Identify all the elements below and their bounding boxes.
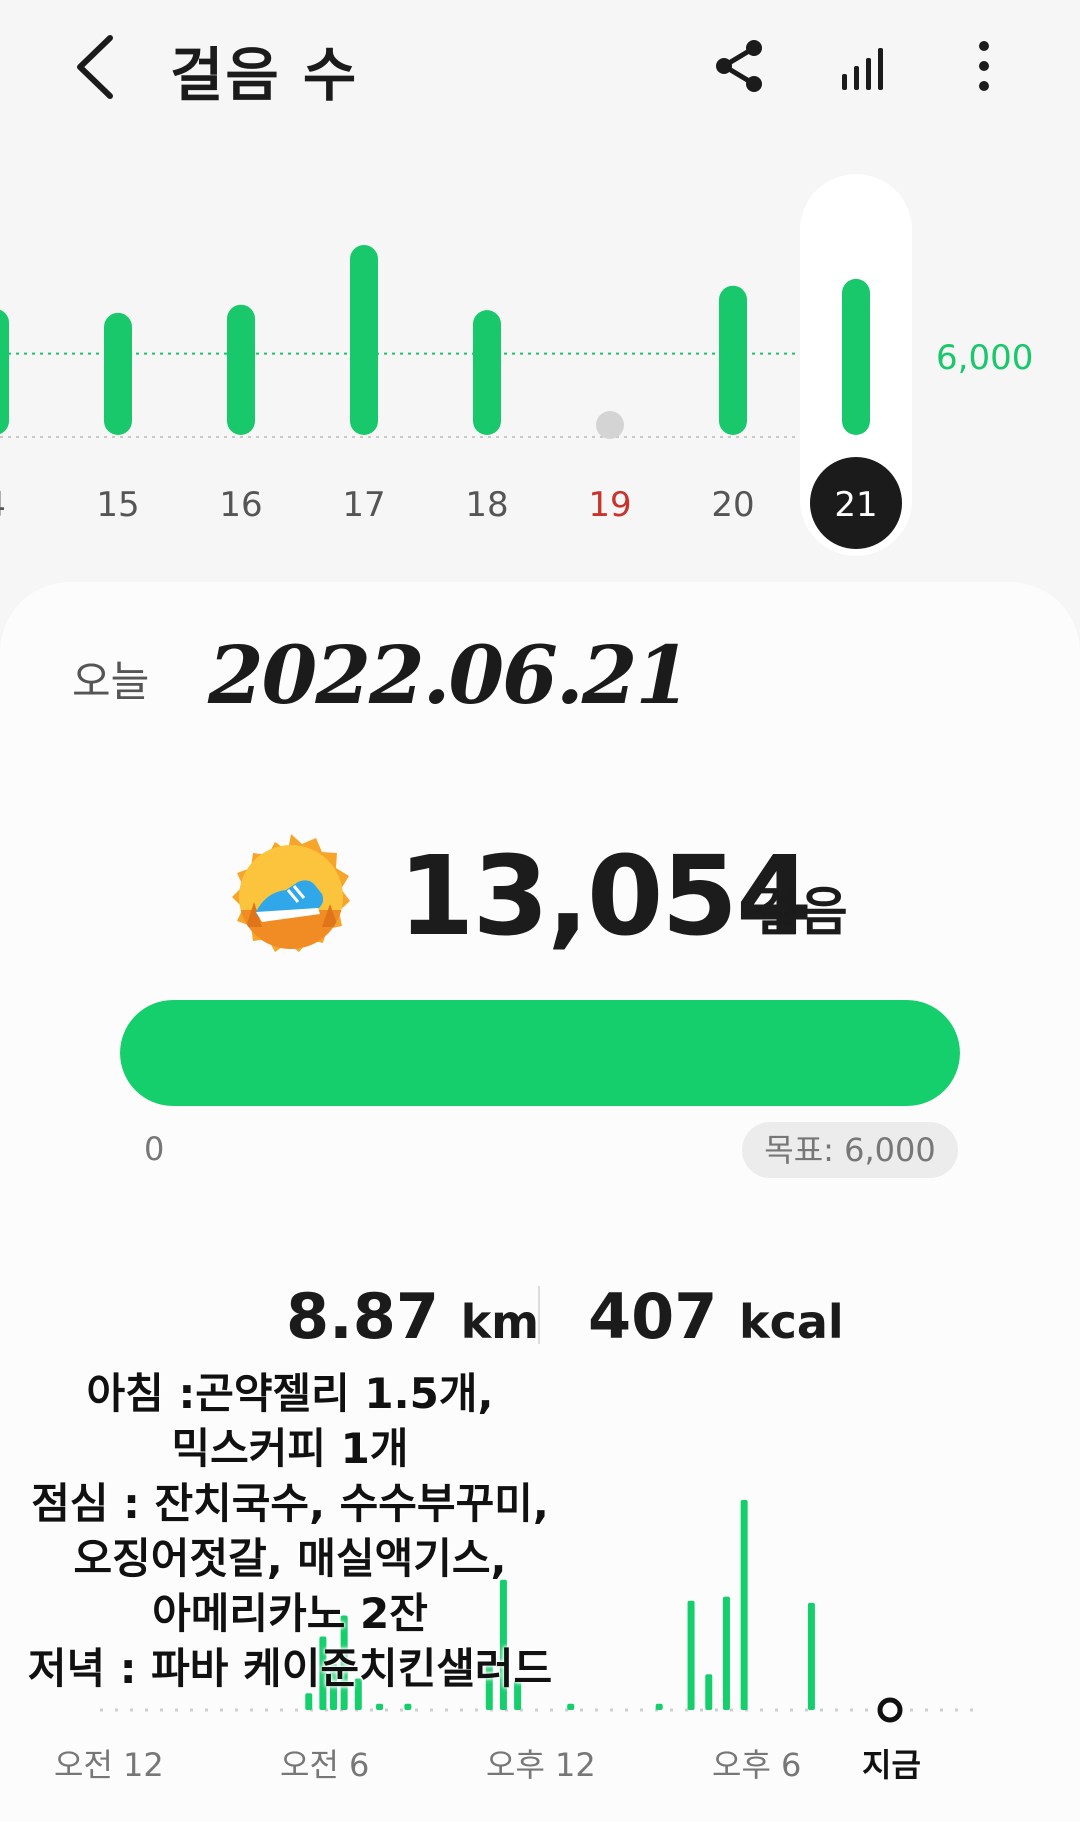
now-marker bbox=[877, 1697, 903, 1723]
trends-button[interactable] bbox=[834, 34, 898, 98]
calorie-stat: 407 kcal bbox=[588, 1280, 844, 1353]
more-vert-icon bbox=[979, 41, 989, 91]
meal-note: 아침 :곤약젤리 1.5개, 믹스커피 1개 점심 : 잔치국수, 수수부꾸미,… bbox=[0, 1366, 580, 1696]
day-label: 19 bbox=[588, 485, 631, 525]
back-button[interactable] bbox=[66, 30, 126, 104]
day-label: 21 bbox=[834, 485, 877, 525]
time-label-12am: 오전 12 bbox=[54, 1746, 164, 1784]
day-label: 4 bbox=[0, 485, 6, 525]
signal-bars-icon bbox=[842, 48, 883, 90]
hourly-bar bbox=[687, 1600, 695, 1710]
day-bar bbox=[227, 304, 255, 435]
date-text: 2022.06.21 bbox=[208, 628, 691, 722]
sneaker-badge-icon bbox=[232, 834, 350, 952]
goal-line-label: 6,000 bbox=[936, 338, 1034, 378]
distance-value: 8.87 bbox=[286, 1280, 439, 1353]
hourly-bar bbox=[705, 1674, 713, 1710]
meal-note-line: 아침 :곤약젤리 1.5개, bbox=[86, 1369, 494, 1418]
time-label-6am: 오전 6 bbox=[280, 1746, 370, 1784]
today-label: 오늘 bbox=[72, 657, 150, 706]
hourly-bar bbox=[807, 1602, 815, 1710]
hourly-bar bbox=[404, 1703, 412, 1710]
day-bar-empty bbox=[596, 411, 624, 439]
hourly-bar bbox=[567, 1703, 575, 1710]
goal-pill[interactable]: 목표: 6,000 bbox=[742, 1122, 958, 1178]
step-unit: 걸음 bbox=[752, 883, 848, 943]
day-bar bbox=[104, 312, 132, 435]
meal-note-line: 저녁 : 파바 케이준치킨샐러드 bbox=[27, 1644, 553, 1693]
distance-unit: km bbox=[460, 1295, 540, 1349]
day-label: 18 bbox=[465, 485, 508, 525]
goal-progress-fill bbox=[120, 1000, 960, 1106]
weekly-steps-chart[interactable]: 4 15 16 17 18 19 20 21 bbox=[0, 160, 1080, 560]
day-label: 15 bbox=[96, 485, 139, 525]
day-bar bbox=[842, 278, 870, 435]
calorie-value: 407 bbox=[588, 1280, 718, 1353]
hourly-bar bbox=[376, 1703, 384, 1710]
progress-min-label: 0 bbox=[144, 1130, 165, 1168]
time-label-6pm: 오후 6 bbox=[712, 1746, 802, 1784]
share-icon bbox=[716, 40, 762, 92]
day-bar bbox=[473, 310, 501, 435]
meal-note-line: 아메리카노 2잔 bbox=[152, 1589, 428, 1638]
time-label-12pm: 오후 12 bbox=[486, 1746, 596, 1784]
back-icon bbox=[77, 35, 113, 99]
day-label: 20 bbox=[711, 485, 754, 525]
hourly-bar bbox=[655, 1703, 663, 1710]
hourly-bar bbox=[740, 1500, 748, 1710]
day-bar bbox=[719, 285, 747, 435]
day-bar bbox=[0, 309, 9, 435]
more-button[interactable] bbox=[952, 34, 1016, 98]
goal-progress-bar bbox=[120, 1000, 960, 1106]
calorie-unit: kcal bbox=[739, 1295, 844, 1349]
meal-note-line: 오징어젓갈, 매실액기스, bbox=[73, 1534, 507, 1583]
meal-note-line: 점심 : 잔치국수, 수수부꾸미, bbox=[31, 1479, 549, 1528]
hourly-bar bbox=[722, 1596, 730, 1710]
meal-note-line: 믹스커피 1개 bbox=[171, 1424, 409, 1473]
time-label-now: 지금 bbox=[862, 1746, 921, 1784]
day-label: 16 bbox=[219, 485, 262, 525]
page-title: 걸음 수 bbox=[170, 41, 359, 109]
stat-divider bbox=[538, 1286, 540, 1344]
distance-stat: 8.87 km bbox=[286, 1280, 539, 1353]
day-label: 17 bbox=[342, 485, 385, 525]
day-bar bbox=[350, 245, 378, 435]
step-count: 13,054 bbox=[398, 832, 812, 960]
goal-achieved-badge bbox=[226, 832, 356, 962]
share-button[interactable] bbox=[708, 34, 772, 98]
